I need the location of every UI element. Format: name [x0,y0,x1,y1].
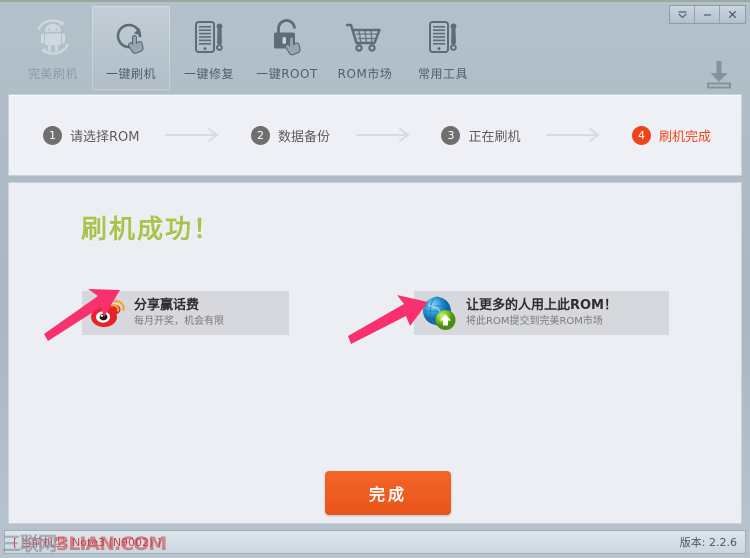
toolbar-label: 完美刷机 [27,67,78,81]
step-arrow-icon [139,127,250,143]
toolbar-label: ROM市场 [337,67,393,81]
download-icon[interactable] [702,56,736,90]
step-item-3: 3 正在刷机 [441,125,521,145]
toolbar-label: 常用工具 [417,67,468,81]
toolbar-item-common-tools[interactable]: 常用工具 [404,6,482,90]
toolbar-items: 完美刷机 一键刷机 一键修复 一键ROOT ROM市场 常用工具 [14,6,482,90]
toolbar-item-perfect-flash[interactable]: 完美刷机 [14,6,92,90]
step-indicator-panel: 1 请选择ROM 2 数据备份 3 正在刷机 4 刷机完成 [8,94,742,176]
step-label: 数据备份 [277,129,330,145]
toolbar-item-one-key-flash[interactable]: 一键刷机 [92,6,170,90]
step-arrow-icon [520,127,631,143]
promo-card-weibo[interactable]: 分享赢话费 每月开奖，机会有限 [82,291,289,335]
step-item-4: 4 刷机完成 [631,125,711,145]
step-item-2: 2 数据备份 [250,125,330,145]
promo-title: 让更多的人用上此ROM！ [466,297,617,313]
toolbar-label: 一键修复 [183,67,234,81]
one-key-flash-icon [110,15,152,59]
globe-upload-icon [420,294,458,332]
main-content-panel: 刷机成功！ 分享赢话费 每月开奖，机会有限 让更多的人用上此ROM！ 将此ROM… [8,182,742,524]
step-label: 刷机完成 [658,129,711,145]
promo-text: 让更多的人用上此ROM！ 将此ROM提交到完美ROM市场 [466,298,617,329]
step-list: 1 请选择ROM 2 数据备份 3 正在刷机 4 刷机完成 [9,95,741,175]
step-number: 4 [631,125,651,145]
shopping-cart-icon [343,15,387,59]
promo-subtitle: 每月开奖，机会有限 [134,315,224,327]
step-item-1: 1 请选择ROM [43,125,140,145]
step-number: 3 [441,125,461,145]
step-label: 请选择ROM [70,129,140,145]
toolbar-label: 一键刷机 [105,67,156,81]
lock-hand-icon [266,15,308,59]
android-robot-icon [32,15,74,59]
promo-text: 分享赢话费 每月开奖，机会有限 [134,298,224,329]
version-text: 版本: 2.2.6 [679,536,737,549]
device-status-text: [ 当前机型: Note3 (N9002) ] [13,536,162,549]
status-bar: [ 当前机型: Note3 (N9002) ] 版本: 2.2.6 [4,530,746,554]
step-number: 2 [250,125,270,145]
toolbar-label: 一键ROOT [256,67,318,81]
phone-wrench-icon [188,15,230,59]
step-label: 正在刷机 [468,129,521,145]
promo-title: 分享赢话费 [134,297,200,313]
weibo-icon [88,294,126,332]
toolbar-item-rom-market[interactable]: ROM市场 [326,6,404,90]
promo-card-rom-submit[interactable]: 让更多的人用上此ROM！ 将此ROM提交到完美ROM市场 [414,291,669,335]
finish-button[interactable]: 完成 [325,471,451,515]
toolbar-item-one-key-repair[interactable]: 一键修复 [170,6,248,90]
step-arrow-icon [330,127,441,143]
promo-subtitle: 将此ROM提交到完美ROM市场 [466,315,603,327]
phone-wrench-icon [422,15,464,59]
toolbar-item-one-key-root[interactable]: 一键ROOT [248,6,326,90]
main-toolbar: 完美刷机 一键刷机 一键修复 一键ROOT ROM市场 常用工具 [0,6,750,92]
step-number: 1 [43,125,62,145]
app-window: 完美刷机 一键刷机 一键修复 一键ROOT ROM市场 常用工具 1 请选择RO… [0,0,750,558]
